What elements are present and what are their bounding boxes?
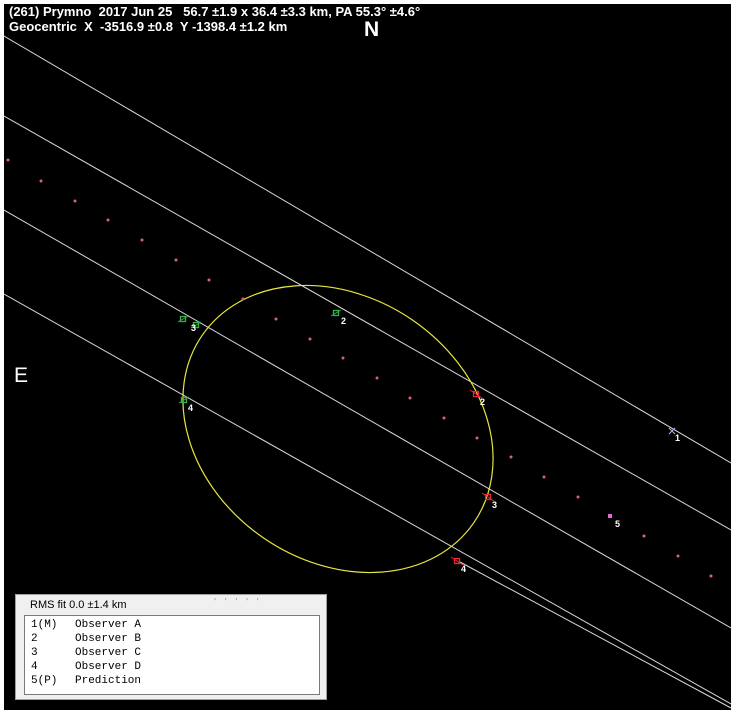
legend-item-name: Observer D xyxy=(75,661,142,673)
chord-number-label: 3 xyxy=(191,323,196,333)
east-indicator: E xyxy=(14,364,29,387)
legend-item-name: Observer A xyxy=(75,619,142,631)
path-dot xyxy=(274,317,278,321)
path-dot xyxy=(542,475,546,479)
chord-number-label: 2 xyxy=(480,397,485,407)
chord-line xyxy=(4,209,731,629)
path-dot xyxy=(709,574,713,578)
legend-panel: RMS fit 0.0 ±1.4 km ' ' ' ' ' 1(M) Observ… xyxy=(15,594,327,700)
north-indicator: N xyxy=(364,18,380,41)
path-dot xyxy=(642,534,646,538)
chord-number-label: 2 xyxy=(341,316,346,326)
path-dot xyxy=(73,199,77,203)
path-dot xyxy=(341,356,345,360)
path-dot xyxy=(308,337,312,341)
chord-number-label: 1 xyxy=(675,433,680,443)
legend-item-code: 1(M) xyxy=(31,619,58,631)
occultation-window: 1 2 2 3 3 4 4 5 (261) Prymno 2017 Jun 25 56.7 ±… xyxy=(0,0,735,715)
path-dot xyxy=(576,495,580,499)
path-dot xyxy=(475,436,479,440)
path-dot xyxy=(174,258,178,262)
legend-item-code: 2 xyxy=(31,633,38,645)
chord-number-label: 4 xyxy=(461,564,466,574)
path-dot xyxy=(39,179,43,183)
legend-item-name: Observer C xyxy=(75,647,142,659)
chord-line xyxy=(459,561,731,709)
rms-ruler: ' ' ' ' ' xyxy=(214,597,262,608)
path-dot xyxy=(676,554,680,558)
path-dot xyxy=(509,455,513,459)
legend-item[interactable]: 4 Observer D xyxy=(31,660,319,674)
legend-item-code: 3 xyxy=(31,647,38,659)
path-dot xyxy=(241,297,245,301)
rms-fit-label: RMS fit 0.0 ±1.4 km xyxy=(30,599,127,611)
chord-number-label: 4 xyxy=(188,403,193,413)
geocentric-position: Geocentric X -3516.9 ±0.8 Y -1398.4 ±1.2… xyxy=(9,19,288,34)
legend-item-code: 4 xyxy=(31,661,38,673)
path-dot xyxy=(106,218,110,222)
path-dot xyxy=(6,158,10,162)
chord-line xyxy=(4,35,731,464)
path-dot xyxy=(207,278,211,282)
legend-item[interactable]: 1(M) Observer A xyxy=(31,618,319,632)
observer-list[interactable]: 1(M) Observer A 2 Observer B 3 Observer C 4… xyxy=(24,615,320,695)
path-dot xyxy=(442,416,446,420)
path-dot xyxy=(140,238,144,242)
chord-line xyxy=(4,115,731,531)
legend-item-name: Observer B xyxy=(75,633,142,645)
legend-item-code: 5(P) xyxy=(31,675,58,687)
legend-item[interactable]: 5(P) Prediction xyxy=(31,674,319,688)
path-dot xyxy=(408,396,412,400)
legend-item[interactable]: 2 Observer B xyxy=(31,632,319,646)
legend-item-name: Prediction xyxy=(75,675,142,687)
path-dot xyxy=(375,376,379,380)
event-title: (261) Prymno 2017 Jun 25 56.7 ±1.9 x 36.… xyxy=(9,4,421,19)
chord-number-label: 3 xyxy=(492,500,497,510)
prediction-marker xyxy=(608,514,612,518)
chord-number-label: 5 xyxy=(615,519,620,529)
asteroid-profile-ellipse xyxy=(182,284,494,574)
legend-item[interactable]: 3 Observer C xyxy=(31,646,319,660)
